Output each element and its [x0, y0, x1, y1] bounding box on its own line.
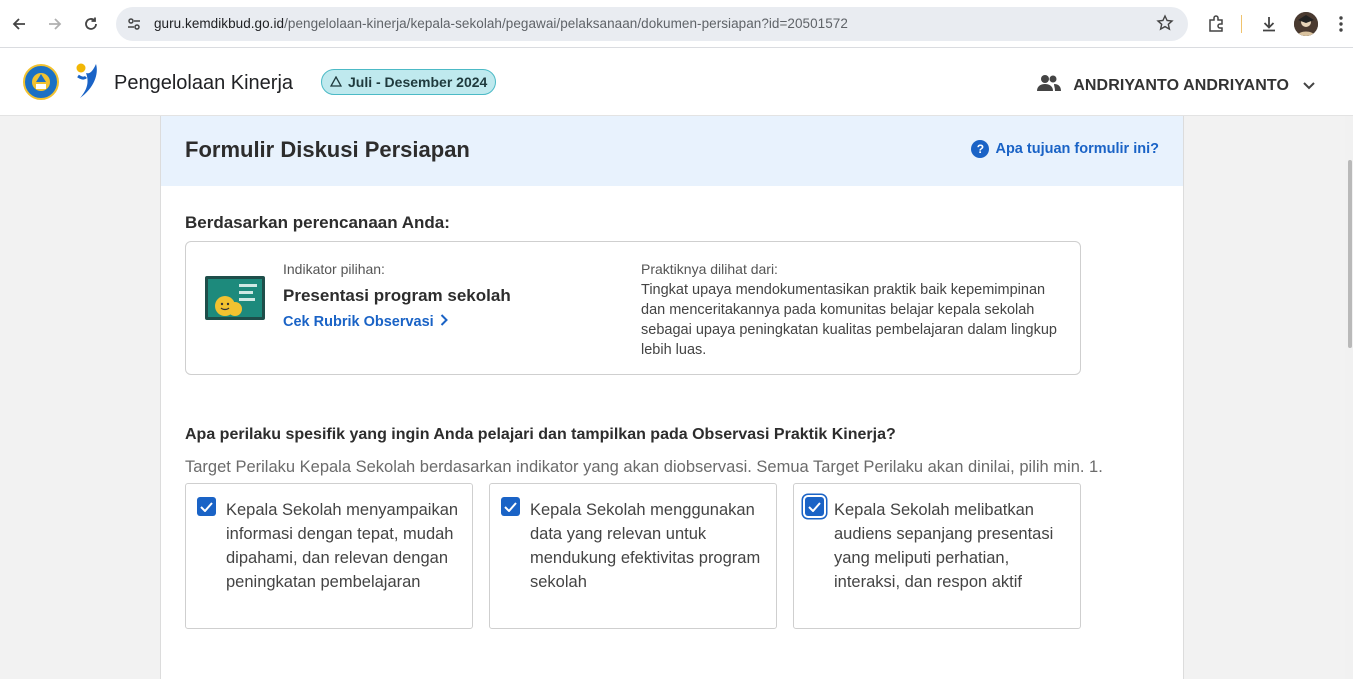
period-label: Juli - Desember 2024 — [348, 74, 488, 90]
indicator-label: Indikator pilihan: — [283, 261, 385, 277]
download-icon[interactable] — [1257, 12, 1281, 36]
behavior-option-1[interactable]: Kepala Sekolah menyampaikan informasi de… — [185, 483, 473, 629]
presentation-illustration-icon — [205, 276, 265, 320]
behavior-option-text: Kepala Sekolah menggunakan data yang rel… — [530, 501, 761, 591]
user-menu[interactable]: ANDRIYANTO ANDRIYANTO — [1037, 74, 1315, 97]
question-circle-icon: ? — [971, 140, 990, 158]
toolbar-separator — [1241, 15, 1242, 33]
reload-icon[interactable] — [78, 11, 104, 37]
rubrik-link[interactable]: Cek Rubrik Observasi — [283, 314, 448, 330]
help-link-label: Apa tujuan formulir ini? — [995, 141, 1159, 157]
url-host: guru.kemdikbud.go.id — [154, 16, 285, 31]
help-link[interactable]: ? Apa tujuan formulir ini? — [971, 140, 1159, 158]
extensions-icon[interactable] — [1204, 12, 1228, 36]
period-badge[interactable]: Juli - Desember 2024 — [321, 69, 497, 95]
forward-icon[interactable] — [42, 11, 68, 37]
users-icon — [1037, 74, 1062, 97]
practice-text: Tingkat upaya mendokumentasikan praktik … — [641, 282, 1057, 358]
behavior-subtext: Target Perilaku Kepala Sekolah berdasark… — [185, 458, 1103, 476]
form-title: Formulir Diskusi Persiapan — [185, 137, 470, 162]
behavior-option-3[interactable]: Kepala Sekolah melibatkan audiens sepanj… — [793, 483, 1081, 629]
kemdikbud-logo-icon — [23, 64, 59, 100]
site-settings-icon[interactable] — [126, 16, 142, 37]
behavior-option-2[interactable]: Kepala Sekolah menggunakan data yang rel… — [489, 483, 777, 629]
user-name: ANDRIYANTO ANDRIYANTO — [1073, 76, 1289, 94]
form-header: Formulir Diskusi Persiapan ? Apa tujuan … — [161, 116, 1183, 186]
checkbox-checked-icon[interactable] — [501, 497, 520, 516]
chevron-down-icon — [1303, 77, 1315, 95]
url-path: /pengelolaan-kinerja/kepala-sekolah/pega… — [284, 16, 848, 31]
back-icon[interactable] — [6, 11, 32, 37]
app-header: Pengelolaan Kinerja Juli - Desember 2024… — [0, 48, 1353, 116]
merdeka-mengajar-logo-icon — [72, 62, 104, 107]
indicator-value: Presentasi program sekolah — [283, 286, 511, 305]
section-heading: Berdasarkan perencanaan Anda: — [185, 213, 450, 232]
browser-menu-icon[interactable] — [1329, 12, 1353, 36]
browser-toolbar: guru.kemdikbud.go.id/pengelolaan-kinerja… — [0, 0, 1353, 48]
behavior-option-text: Kepala Sekolah menyampaikan informasi de… — [226, 501, 459, 591]
practice-label: Praktiknya dilihat dari: — [641, 261, 778, 277]
scrollbar-thumb[interactable] — [1348, 160, 1352, 348]
app-title: Pengelolaan Kinerja — [114, 72, 294, 94]
address-bar[interactable]: guru.kemdikbud.go.id/pengelolaan-kinerja… — [116, 7, 1188, 41]
warning-triangle-icon — [329, 74, 343, 90]
indicator-box: Indikator pilihan: Presentasi program se… — [185, 241, 1081, 375]
url-text: guru.kemdikbud.go.id/pengelolaan-kinerja… — [154, 16, 848, 31]
form-card: Formulir Diskusi Persiapan ? Apa tujuan … — [160, 116, 1184, 679]
profile-avatar[interactable] — [1294, 12, 1318, 36]
behavior-option-text: Kepala Sekolah melibatkan audiens sepanj… — [834, 501, 1054, 591]
checkbox-checked-icon[interactable] — [805, 497, 824, 516]
behavior-question: Apa perilaku spesifik yang ingin Anda pe… — [185, 426, 896, 443]
checkbox-checked-icon[interactable] — [197, 497, 216, 516]
bookmark-star-icon[interactable] — [1156, 14, 1174, 37]
rubrik-link-label: Cek Rubrik Observasi — [283, 314, 434, 330]
chevron-right-icon — [440, 314, 448, 330]
